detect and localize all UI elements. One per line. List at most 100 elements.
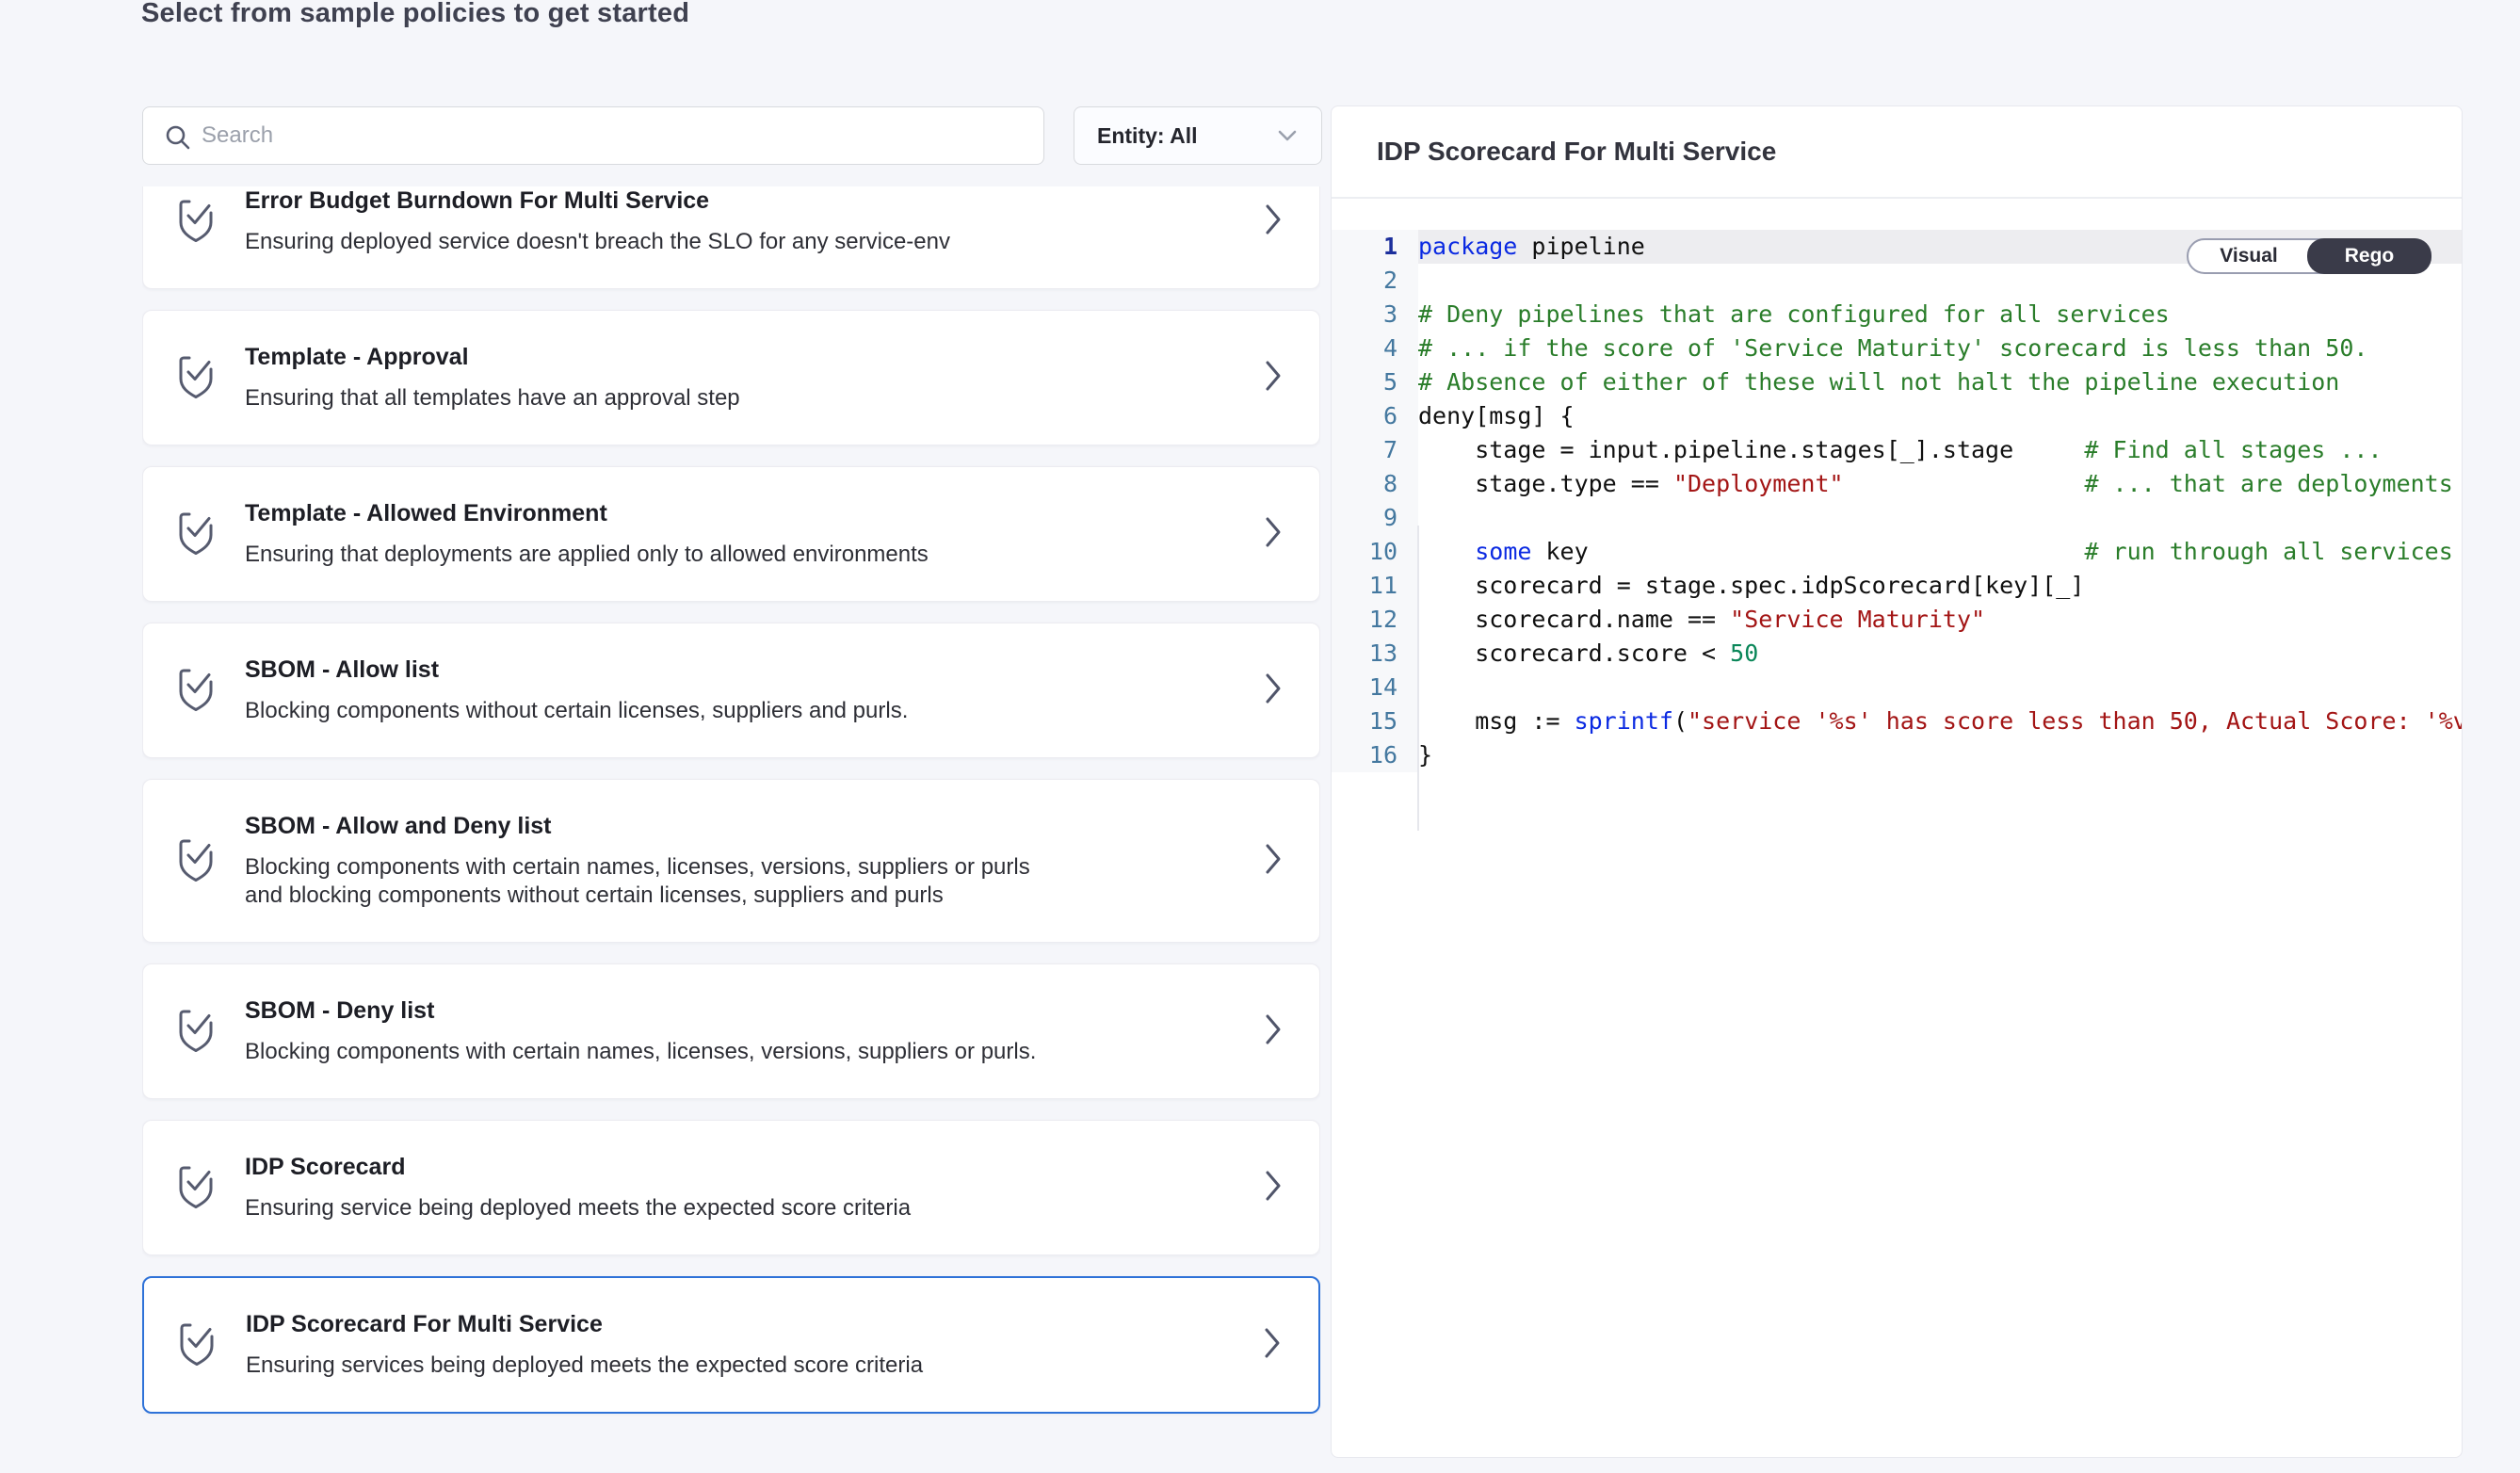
code-line: 14	[1332, 671, 2462, 704]
policy-card[interactable]: IDP Scorecard Ensuring service being depl…	[142, 1120, 1320, 1255]
indent-guide	[1417, 526, 1419, 831]
chevron-down-icon	[1276, 128, 1299, 143]
policy-description: Ensuring that all templates have an appr…	[245, 384, 740, 413]
code-line: 16}	[1332, 738, 2462, 772]
policy-card[interactable]: Template - Approval Ensuring that all tem…	[142, 310, 1320, 445]
code-text: stage.type == "Deployment" # ... that ar…	[1418, 467, 2462, 501]
chevron-right-icon	[1265, 203, 1282, 240]
chevron-right-icon	[1265, 843, 1282, 880]
line-number: 2	[1332, 264, 1418, 298]
chevron-right-icon	[1265, 360, 1282, 397]
line-number: 5	[1332, 365, 1418, 399]
policy-detail-panel: IDP Scorecard For Multi Service 1package…	[1331, 105, 2463, 1458]
policy-card[interactable]: IDP Scorecard For Multi Service Ensuring …	[142, 1276, 1320, 1414]
line-number: 14	[1332, 671, 1418, 704]
code-text: # ... if the score of 'Service Maturity'…	[1418, 332, 2462, 365]
policy-title: Template - Approval	[245, 343, 740, 371]
code-text: scorecard.score < 50	[1418, 637, 2462, 671]
policy-shield-check-icon	[176, 1319, 218, 1372]
line-number: 7	[1332, 433, 1418, 467]
line-number: 11	[1332, 569, 1418, 603]
policy-card[interactable]: Error Budget Burndown For Multi Service E…	[142, 186, 1320, 289]
policy-title: SBOM - Deny list	[245, 996, 1036, 1025]
policy-description: Blocking components with certain names, …	[245, 853, 1074, 910]
policy-title: Error Budget Burndown For Multi Service	[245, 186, 950, 215]
toggle-visual[interactable]: Visual	[2189, 240, 2309, 272]
policy-title: SBOM - Allow list	[245, 656, 908, 684]
policy-shield-check-icon	[175, 834, 217, 888]
detail-title: IDP Scorecard For Multi Service	[1377, 137, 1776, 167]
search-icon	[164, 123, 192, 156]
page-title: Select from sample policies to get start…	[141, 0, 689, 29]
code-line: 5# Absence of either of these will not h…	[1332, 365, 2462, 399]
policy-shield-check-icon	[175, 1161, 217, 1215]
chevron-right-icon	[1265, 672, 1282, 709]
code-text: msg := sprintf("service '%s' has score l…	[1418, 704, 2462, 738]
code-line: 4# ... if the score of 'Service Maturity…	[1332, 332, 2462, 365]
code-text: some key # run through all services	[1418, 535, 2462, 569]
line-number: 12	[1332, 603, 1418, 637]
chevron-right-icon	[1265, 1170, 1282, 1206]
policy-description: Blocking components with certain names, …	[245, 1038, 1036, 1066]
chevron-right-icon	[1264, 1327, 1281, 1364]
policy-description: Ensuring service being deployed meets th…	[245, 1194, 911, 1222]
policy-card[interactable]: SBOM - Allow list Blocking components wit…	[142, 623, 1320, 758]
code-line: 12 scorecard.name == "Service Maturity"	[1332, 603, 2462, 637]
line-number: 6	[1332, 399, 1418, 433]
line-number: 15	[1332, 704, 1418, 738]
code-text: # Absence of either of these will not ha…	[1418, 365, 2462, 399]
policy-title: IDP Scorecard	[245, 1153, 911, 1181]
code-text: }	[1418, 738, 2462, 772]
code-line: 8 stage.type == "Deployment" # ... that …	[1332, 467, 2462, 501]
line-number: 3	[1332, 298, 1418, 332]
code-line: 10 some key # run through all services	[1332, 535, 2462, 569]
policy-card[interactable]: SBOM - Allow and Deny list Blocking compo…	[142, 779, 1320, 943]
code-text: # Deny pipelines that are configured for…	[1418, 298, 2462, 332]
code-text: deny[msg] {	[1418, 399, 2462, 433]
policy-description: Ensuring deployed service doesn't breach…	[245, 228, 950, 256]
detail-header: IDP Scorecard For Multi Service	[1332, 106, 2462, 199]
code-line: 3# Deny pipelines that are configured fo…	[1332, 298, 2462, 332]
rego-code-editor: 1package pipeline23# Deny pipelines that…	[1332, 199, 2462, 772]
code-line: 6deny[msg] {	[1332, 399, 2462, 433]
line-number: 13	[1332, 637, 1418, 671]
chevron-right-icon	[1265, 516, 1282, 553]
policy-description: Ensuring services being deployed meets t…	[246, 1352, 923, 1380]
policy-shield-check-icon	[175, 508, 217, 561]
code-lines: 1package pipeline23# Deny pipelines that…	[1332, 230, 2462, 772]
policy-shield-check-icon	[175, 664, 217, 718]
line-number: 4	[1332, 332, 1418, 365]
line-number: 8	[1332, 467, 1418, 501]
toggle-rego[interactable]: Rego	[2307, 238, 2431, 274]
policy-description: Ensuring that deployments are applied on…	[245, 541, 929, 569]
search-box	[142, 106, 1044, 165]
code-line: 13 scorecard.score < 50	[1332, 637, 2462, 671]
policy-card[interactable]: Template - Allowed Environment Ensuring t…	[142, 466, 1320, 602]
view-mode-toggle: Visual Rego	[2187, 238, 2431, 274]
entity-filter-label: Entity: All	[1097, 123, 1197, 149]
policy-title: SBOM - Allow and Deny list	[245, 812, 1074, 840]
line-number: 1	[1332, 230, 1418, 264]
line-number: 9	[1332, 501, 1418, 535]
code-line: 15 msg := sprintf("service '%s' has scor…	[1332, 704, 2462, 738]
line-number: 16	[1332, 738, 1418, 772]
entity-filter-dropdown[interactable]: Entity: All	[1074, 106, 1322, 165]
chevron-right-icon	[1265, 1013, 1282, 1050]
policy-title: Template - Allowed Environment	[245, 499, 929, 527]
policy-shield-check-icon	[175, 351, 217, 405]
code-text	[1418, 671, 2462, 704]
code-text: stage = input.pipeline.stages[_].stage #…	[1418, 433, 2462, 467]
code-line: 9	[1332, 501, 2462, 535]
policy-card[interactable]: SBOM - Deny list Blocking components with…	[142, 963, 1320, 1099]
line-number: 10	[1332, 535, 1418, 569]
policy-shield-check-icon	[175, 1005, 217, 1059]
policy-title: IDP Scorecard For Multi Service	[246, 1310, 923, 1338]
search-input[interactable]	[143, 107, 1043, 164]
code-line: 7 stage = input.pipeline.stages[_].stage…	[1332, 433, 2462, 467]
policy-list: Error Budget Burndown For Multi Service E…	[142, 186, 1320, 1473]
policy-shield-check-icon	[175, 195, 217, 249]
code-text	[1418, 501, 2462, 535]
policy-description: Blocking components without certain lice…	[245, 697, 908, 725]
code-line: 11 scorecard = stage.spec.idpScorecard[k…	[1332, 569, 2462, 603]
code-text: scorecard = stage.spec.idpScorecard[key]…	[1418, 569, 2462, 603]
